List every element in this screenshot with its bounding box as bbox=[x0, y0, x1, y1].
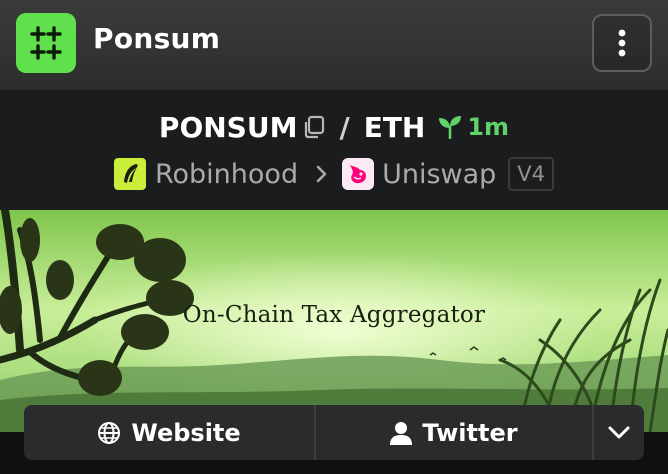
base-token: PONSUM bbox=[158, 110, 298, 144]
chain-name[interactable]: Robinhood bbox=[155, 159, 298, 190]
chevron-down-icon bbox=[608, 426, 630, 438]
twitter-button[interactable]: Twitter bbox=[316, 405, 594, 460]
dex-row: Robinhood Uniswap V4 bbox=[0, 154, 668, 194]
uniswap-icon bbox=[342, 158, 375, 190]
dex-version-badge: V4 bbox=[508, 157, 555, 191]
seedling-icon bbox=[439, 116, 462, 139]
twitter-label: Twitter bbox=[422, 418, 518, 447]
robinhood-icon bbox=[113, 158, 146, 190]
pair-row: PONSUM / ETH 1m bbox=[0, 108, 668, 146]
banner-title: On-Chain Tax Aggregator bbox=[182, 302, 486, 328]
pair-separator: / bbox=[339, 110, 350, 144]
copy-icon[interactable] bbox=[303, 115, 325, 139]
app-header: Ponsum bbox=[0, 0, 668, 88]
dex-name[interactable]: Uniswap bbox=[382, 159, 496, 190]
website-button[interactable]: Website bbox=[24, 405, 316, 460]
pair-age-text: 1m bbox=[467, 113, 510, 141]
menu-button[interactable] bbox=[592, 14, 652, 72]
chevron-right-icon bbox=[316, 165, 328, 183]
pair-panel: PONSUM / ETH 1m Robinhood Uniswap V4 bbox=[0, 88, 668, 210]
quote-token: ETH bbox=[363, 110, 426, 144]
more-links-button[interactable] bbox=[594, 405, 644, 460]
pair-age: 1m bbox=[437, 113, 509, 141]
grid-plus-icon bbox=[30, 26, 62, 60]
links-bar: Website Twitter bbox=[24, 405, 644, 460]
more-vertical-icon bbox=[618, 29, 626, 57]
app-title: Ponsum bbox=[93, 22, 221, 55]
token-banner: On-Chain Tax Aggregator bbox=[0, 210, 668, 432]
website-label: Website bbox=[131, 418, 241, 447]
user-icon bbox=[390, 421, 413, 445]
globe-icon bbox=[98, 421, 121, 444]
app-logo bbox=[16, 13, 76, 73]
